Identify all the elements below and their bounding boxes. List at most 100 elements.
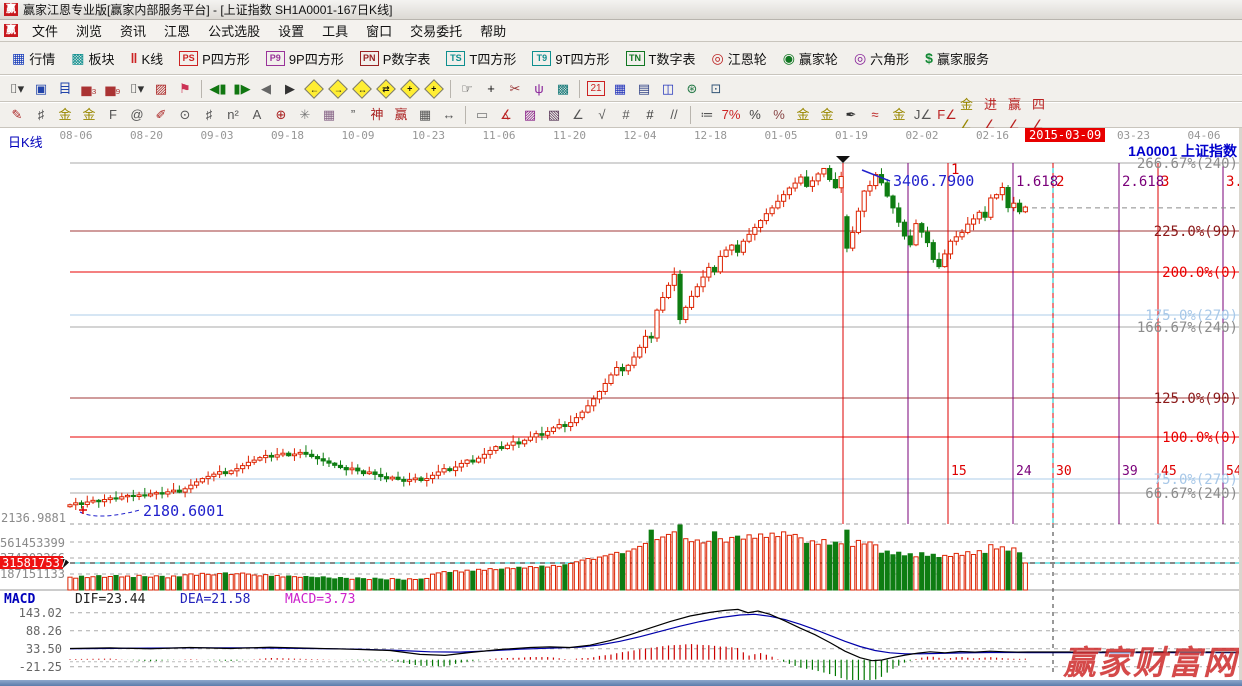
wave-tool-icon[interactable]: ≈ <box>863 104 887 126</box>
width-measure-icon[interactable]: ↔ <box>437 104 461 126</box>
title-bar[interactable]: 赢 赢家江恩专业版[赢家内部服务平台] - [上证指数 SH1A0001-167… <box>0 0 1242 20</box>
menu-item-设置[interactable]: 设置 <box>269 19 313 42</box>
shift-right-icon[interactable]: → <box>326 78 350 100</box>
brush-tool-icon[interactable]: ✎ <box>5 104 29 126</box>
time-circle-icon[interactable]: ⊙ <box>173 104 197 126</box>
kline-period-dropdown-icon[interactable]: ⌷▾ <box>125 78 149 100</box>
toolbar-button-sectors[interactable]: ▩板块 <box>63 45 122 72</box>
calculator-icon[interactable]: ▦ <box>608 78 632 100</box>
period-3-icon[interactable]: ▅₃ <box>77 78 101 100</box>
percent-lines-icon[interactable]: % <box>767 104 791 126</box>
si-angle-icon[interactable]: 四∠ <box>1031 104 1055 126</box>
menu-item-江恩[interactable]: 江恩 <box>155 19 199 42</box>
brush-red-icon[interactable]: ✐ <box>149 104 173 126</box>
window-layout-icon[interactable]: ▣ <box>29 78 53 100</box>
f-angle-icon[interactable]: F∠ <box>935 104 959 126</box>
fan-box-icon[interactable]: ▨ <box>518 104 542 126</box>
square-web-icon[interactable]: ▦ <box>317 104 341 126</box>
menu-item-公式选股[interactable]: 公式选股 <box>199 19 269 42</box>
chart-area[interactable]: 3406.79002180.6001266.67%(240)225.0%(90)… <box>0 128 1242 681</box>
toolbar-button-winner-service[interactable]: $赢家服务 <box>917 45 997 72</box>
toolbar-button-p9-square[interactable]: P99P四方形 <box>258 45 352 72</box>
gold-angle-icon[interactable]: 金∠ <box>959 104 983 126</box>
pattern-box-icon[interactable]: ▧ <box>542 104 566 126</box>
export-web-icon[interactable]: ⊛ <box>680 78 704 100</box>
grid-b-icon[interactable]: # <box>638 104 662 126</box>
toolbar-button-p-square[interactable]: PSP四方形 <box>171 45 258 72</box>
t9-square-icon: T9 <box>532 51 551 66</box>
prev-bar-icon[interactable]: ◀ <box>254 78 278 100</box>
spiral-tool-icon[interactable]: @ <box>125 104 149 126</box>
toolbar-button-quotes[interactable]: ▦行情 <box>4 45 63 72</box>
maze-tool-icon[interactable]: ▩ <box>551 78 575 100</box>
page-select-icon[interactable]: ▨ <box>149 78 173 100</box>
notes-icon[interactable]: ▤ <box>632 78 656 100</box>
f-ruler-icon[interactable]: F <box>101 104 125 126</box>
shift-left-icon[interactable]: ← <box>302 78 326 100</box>
toolbar-button-winner-wheel[interactable]: ◉赢家轮 <box>775 45 846 72</box>
toolbar-button-kline[interactable]: ‖K线 <box>123 45 172 72</box>
compress-bars-icon[interactable]: ⇄ <box>374 78 398 100</box>
j-angle-icon[interactable]: J∠ <box>911 104 935 126</box>
gold-levels-icon[interactable]: 金 <box>815 104 839 126</box>
pen-note-icon[interactable]: ✒ <box>839 104 863 126</box>
toolbar-button-p-number-table[interactable]: PNP数字表 <box>352 45 439 72</box>
macd-pane-label[interactable]: MACD <box>4 592 35 607</box>
menu-item-窗口[interactable]: 窗口 <box>357 19 401 42</box>
gold-grid-2-icon[interactable]: 金 <box>77 104 101 126</box>
parallel-lines-icon[interactable]: // <box>662 104 686 126</box>
calendar-icon[interactable]: 21 <box>584 78 608 100</box>
crosshair-tool-icon[interactable]: + <box>479 78 503 100</box>
check-lines-icon[interactable]: √ <box>590 104 614 126</box>
ying-angle-icon[interactable]: 赢∠ <box>1007 104 1031 126</box>
mirror-a-icon[interactable]: A <box>245 104 269 126</box>
frame-tool-icon[interactable]: ▭ <box>470 104 494 126</box>
menu-item-资讯[interactable]: 资讯 <box>111 19 155 42</box>
toolbar-button-t-square[interactable]: TST四方形 <box>438 45 524 72</box>
jin-angle-icon[interactable]: 进∠ <box>983 104 1007 126</box>
angle-cut-tool-icon[interactable]: ✂ <box>503 78 527 100</box>
period-9-icon[interactable]: ▅₉ <box>101 78 125 100</box>
grid-lines-icon[interactable]: ♯ <box>29 104 53 126</box>
n-square-icon[interactable]: n² <box>221 104 245 126</box>
toolbar-button-t9-square[interactable]: T99T四方形 <box>524 45 617 72</box>
gann-compass-icon[interactable]: ⊕ <box>269 104 293 126</box>
toolbar-button-gann-wheel[interactable]: ◎江恩轮 <box>703 45 774 72</box>
save-icon[interactable]: ◫ <box>656 78 680 100</box>
menu-item-交易委托[interactable]: 交易委托 <box>401 19 471 42</box>
info-panel-icon[interactable]: 目 <box>53 78 77 100</box>
first-screen-icon[interactable]: ◀▮ <box>206 78 230 100</box>
print-icon[interactable]: ⊡ <box>704 78 728 100</box>
style-flag-icon[interactable]: ⚑ <box>173 78 197 100</box>
gold-grid-1-icon[interactable]: 金 <box>53 104 77 126</box>
quote-marks-icon[interactable]: ” <box>341 104 365 126</box>
percent-down-icon[interactable]: 7% <box>719 104 743 126</box>
hand-tool-icon[interactable]: ☞ <box>455 78 479 100</box>
star-web-icon[interactable]: ✳ <box>293 104 317 126</box>
toolbar-button-hexagon[interactable]: ◎六角形 <box>846 45 917 72</box>
shen-grid-icon[interactable]: 神 <box>365 104 389 126</box>
ying-grid-icon[interactable]: 赢 <box>389 104 413 126</box>
gold-circle-icon[interactable]: 金 <box>791 104 815 126</box>
macd-dea-value: DEA=21.58 <box>180 592 250 607</box>
next-bar-icon[interactable]: ▶ <box>278 78 302 100</box>
zoom-out-all-icon[interactable]: + <box>422 78 446 100</box>
percent-icon[interactable]: % <box>743 104 767 126</box>
menu-item-帮助[interactable]: 帮助 <box>471 19 515 42</box>
angle-lines-icon[interactable]: ∠ <box>566 104 590 126</box>
chart-type-dropdown-icon[interactable]: ⌷▾ <box>5 78 29 100</box>
menu-item-浏览[interactable]: 浏览 <box>67 19 111 42</box>
zoom-horizontal-icon[interactable]: ↔ <box>350 78 374 100</box>
toolbar-button-t-number-table[interactable]: TNT数字表 <box>618 45 704 72</box>
menu-item-文件[interactable]: 文件 <box>23 19 67 42</box>
grid-123-icon[interactable]: ▦ <box>413 104 437 126</box>
last-screen-icon[interactable]: ▮▶ <box>230 78 254 100</box>
gold-underline-icon[interactable]: 金 <box>887 104 911 126</box>
measure-set-icon[interactable]: ≔ <box>695 104 719 126</box>
hash-lines-icon[interactable]: ♯ <box>197 104 221 126</box>
menu-item-工具[interactable]: 工具 <box>313 19 357 42</box>
zoom-in-all-icon[interactable]: + <box>398 78 422 100</box>
grid-a-icon[interactable]: # <box>614 104 638 126</box>
fork-tool-icon[interactable]: ψ <box>527 78 551 100</box>
gann-fan-icon[interactable]: ∡ <box>494 104 518 126</box>
